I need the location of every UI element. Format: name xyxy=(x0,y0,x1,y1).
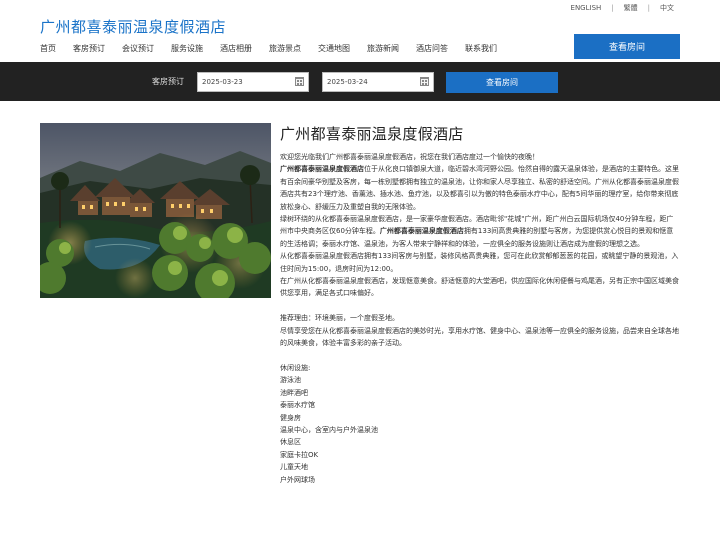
lang-divider: | xyxy=(611,4,614,12)
nav-item-meeting-booking[interactable]: 会议预订 xyxy=(122,43,154,54)
hotel-name-bold: 广州都喜泰丽温泉度假酒店 xyxy=(280,165,364,174)
nav-item-contact[interactable]: 联系我们 xyxy=(465,43,497,54)
facility-item: 游泳池 xyxy=(280,376,301,385)
location-paragraph: 绿树环绕的从化都喜泰丽温泉度假酒店，是一家豪华度假酒店。酒店毗邻"花城"广州，距… xyxy=(280,213,680,250)
booking-bar: 客房预订 2025-03-23 2025-03-24 查看房间 xyxy=(0,62,720,101)
nav-item-attractions[interactable]: 旅游景点 xyxy=(269,43,301,54)
calendar-icon[interactable] xyxy=(420,77,429,86)
recommend-reason: 推荐理由：环境美丽，一个度假圣地。 xyxy=(280,314,399,323)
facility-item: 温泉中心，含室内与户外温泉池 xyxy=(280,425,378,434)
booking-label: 客房预订 xyxy=(152,77,184,86)
nav-item-room-booking[interactable]: 客房预订 xyxy=(73,43,105,54)
facilities-title: 休闲设施: xyxy=(280,363,311,372)
nav-item-album[interactable]: 酒店相册 xyxy=(220,43,252,54)
checkin-date-field[interactable]: 2025-03-23 xyxy=(197,72,309,92)
intro-paragraph: 广州都喜泰丽温泉度假酒店位于从化良口镇御泉大道，临近碧水湾河野公园。怡然自得的露… xyxy=(280,163,680,213)
article: 广州都喜泰丽温泉度假酒店 欢迎您光临我们广州都喜泰丽温泉度假酒店，祝您在我们酒店… xyxy=(280,123,680,486)
nav-item-map[interactable]: 交通地图 xyxy=(318,43,350,54)
article-title: 广州都喜泰丽温泉度假酒店 xyxy=(280,125,464,143)
enjoy-paragraph: 尽情享受您在从化都喜泰丽温泉度假酒店的美妙时光，享用水疗馆、健身中心、温泉池等一… xyxy=(280,326,679,348)
dining-paragraph: 在广州从化都喜泰丽温泉度假酒店，发现惬意美食。舒适惬意的大堂酒吧，供应国际化休闲… xyxy=(280,277,679,298)
nav-item-faq[interactable]: 酒店问答 xyxy=(416,43,448,54)
checkin-date-value: 2025-03-23 xyxy=(202,78,243,86)
lang-divider: | xyxy=(647,4,650,12)
site-title[interactable]: 广州都喜泰丽温泉度假酒店 xyxy=(40,16,226,37)
view-rooms-button[interactable]: 查看房间 xyxy=(446,72,558,93)
facility-item: 休息区 xyxy=(280,438,301,447)
main-nav: 首页 客房预订 会议预订 服务设施 酒店相册 旅游景点 交通地图 旅游新闻 酒店… xyxy=(40,43,497,54)
view-rooms-header-button[interactable]: 查看房间 xyxy=(574,34,680,59)
welcome-text: 欢迎您光临我们广州都喜泰丽温泉度假酒店，祝您在我们酒店度过一个愉快的夜晚！ xyxy=(280,153,539,161)
checkin-paragraph: 从化都喜泰丽温泉度假酒店拥有133间客房与别墅，装修风格高贵典雅，您可在此欣赏郁… xyxy=(280,252,679,273)
facility-item: 池畔酒吧 xyxy=(280,388,308,397)
facility-item: 健身房 xyxy=(280,413,301,422)
hotel-photo xyxy=(40,123,271,298)
nav-item-home[interactable]: 首页 xyxy=(40,43,56,54)
lang-chinese-link[interactable]: 中文 xyxy=(660,3,674,13)
language-switcher: ENGLISH | 繁體 | 中文 xyxy=(571,3,674,13)
facility-item: 家庭卡拉OK xyxy=(280,450,319,459)
calendar-icon[interactable] xyxy=(295,77,304,86)
nav-item-facilities[interactable]: 服务设施 xyxy=(171,43,203,54)
facility-item: 儿童天地 xyxy=(280,463,308,472)
hotel-name-bold: 广州都喜泰丽温泉度假酒店 xyxy=(379,227,464,236)
checkout-date-field[interactable]: 2025-03-24 xyxy=(322,72,434,92)
facility-item: 泰丽水疗馆 xyxy=(280,401,315,410)
nav-item-news[interactable]: 旅游新闻 xyxy=(367,43,399,54)
checkout-date-value: 2025-03-24 xyxy=(327,78,368,86)
lang-english-link[interactable]: ENGLISH xyxy=(571,4,602,12)
lang-traditional-link[interactable]: 繁體 xyxy=(624,3,638,13)
facility-item: 户外网球场 xyxy=(280,475,315,484)
